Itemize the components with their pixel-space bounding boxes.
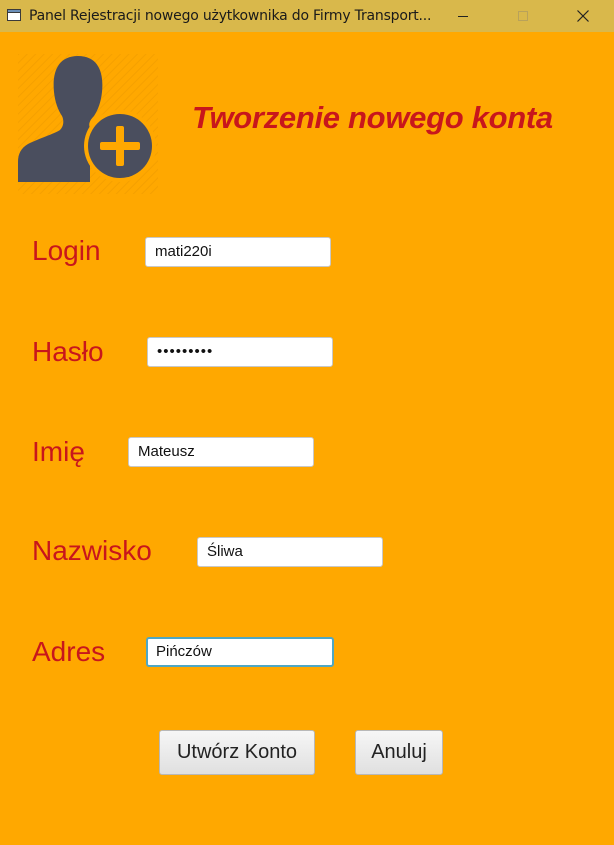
registration-window: Panel Rejestracji nowego użytkownika do … [0, 0, 614, 845]
close-icon [577, 10, 589, 22]
app-icon [7, 9, 21, 21]
add-user-icon [18, 54, 158, 194]
address-field[interactable]: Pińczów [146, 637, 334, 667]
minimize-icon [458, 16, 468, 17]
last-name-field[interactable]: Śliwa [197, 537, 383, 567]
maximize-icon [518, 11, 528, 21]
page-heading: Tworzenie nowego konta [192, 100, 553, 135]
maximize-button[interactable] [500, 0, 546, 32]
password-field[interactable]: ••••••••• [147, 337, 333, 367]
login-label: Login [32, 235, 101, 266]
address-label: Adres [32, 636, 106, 667]
form-area: Tworzenie nowego konta Login mati220i Ha… [0, 32, 614, 845]
last-name-label: Nazwisko [32, 535, 152, 566]
title-bar[interactable]: Panel Rejestracji nowego użytkownika do … [0, 0, 614, 32]
minimize-button[interactable] [440, 0, 486, 32]
password-label: Hasło [32, 336, 104, 367]
cancel-button[interactable]: Anuluj [355, 730, 443, 775]
create-account-button[interactable]: Utwórz Konto [159, 730, 315, 775]
login-field[interactable]: mati220i [145, 237, 331, 267]
first-name-field[interactable]: Mateusz [128, 437, 314, 467]
first-name-label: Imię [32, 436, 85, 467]
window-title: Panel Rejestracji nowego użytkownika do … [29, 8, 432, 24]
close-button[interactable] [560, 0, 606, 32]
